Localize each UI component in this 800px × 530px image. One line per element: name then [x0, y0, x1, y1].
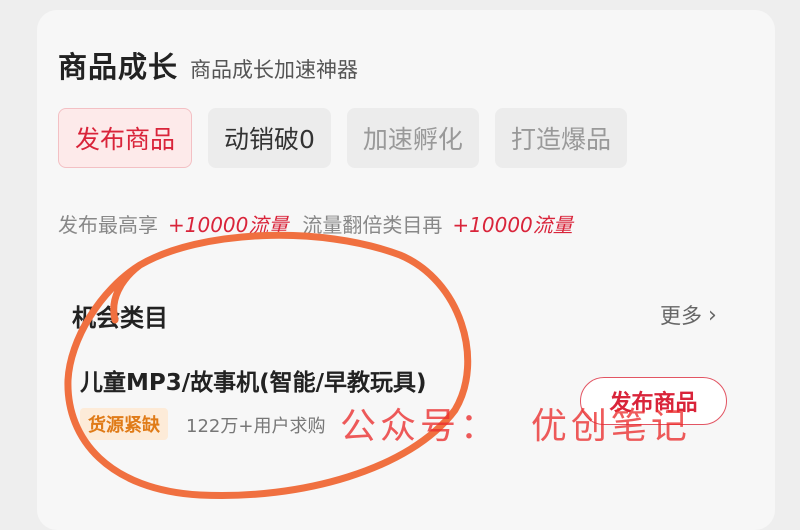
promo-highlight-2: +10000流量 [452, 213, 573, 237]
promo-text-2: 流量翻倍类目再 [302, 213, 443, 237]
growth-tabs: 发布商品 动销破0 加速孵化 打造爆品 [58, 108, 627, 168]
chevron-right-icon: › [708, 302, 717, 328]
demand-count: 122万+用户求购 [186, 416, 326, 437]
tab-break-zero-sales[interactable]: 动销破0 [208, 108, 331, 168]
card-title: 商品成长 [58, 50, 179, 84]
more-link[interactable]: 更多 › [660, 300, 717, 330]
card-subtitle: 商品成长加速神器 [190, 58, 359, 82]
product-growth-card [37, 10, 775, 530]
promo-highlight-1: +10000流量 [168, 213, 289, 237]
promo-text-1: 发布最高享 [58, 213, 158, 237]
card-header: 商品成长 商品成长加速神器 [58, 44, 358, 86]
promo-line: 发布最高享 +10000流量 流量翻倍类目再 +10000流量 [58, 209, 587, 238]
tab-create-hit-product[interactable]: 打造爆品 [494, 108, 627, 168]
category-item-title: 儿童MP3/故事机(智能/早教玩具) [80, 370, 427, 396]
tab-accelerate-incubation[interactable]: 加速孵化 [346, 108, 479, 168]
watermark-text: 公众号： 优创笔记 [340, 406, 691, 447]
opportunity-heading: 机会类目 [72, 304, 168, 332]
more-label: 更多 [660, 304, 702, 328]
tab-publish-product[interactable]: 发布商品 [58, 108, 193, 168]
shortage-badge: 货源紧缺 [80, 408, 168, 440]
